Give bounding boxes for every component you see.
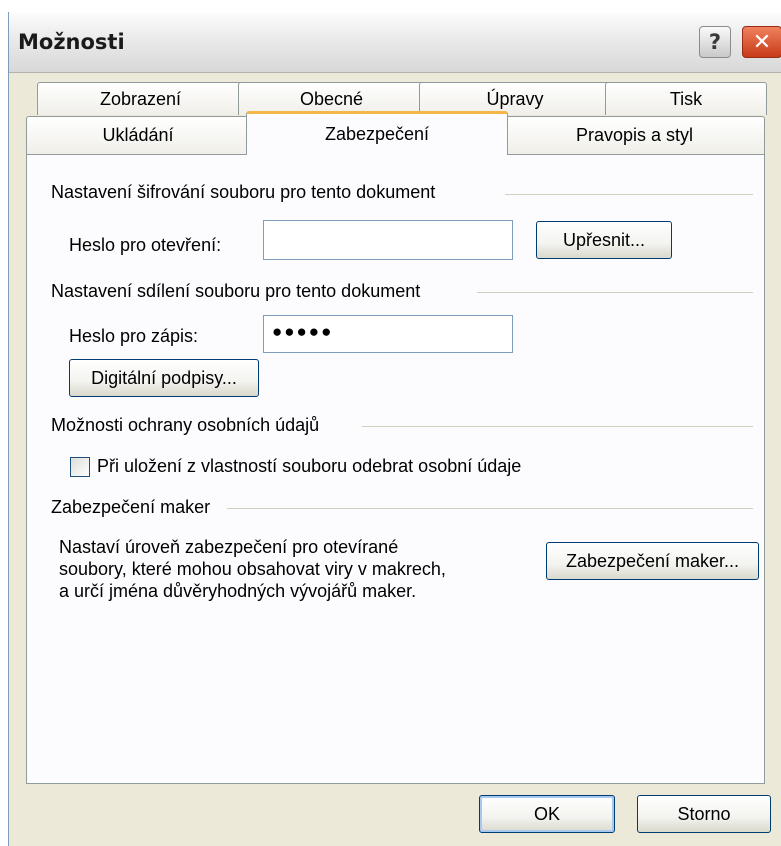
description-line: a určí jména důvěryhodných vývojářů make… bbox=[59, 581, 417, 601]
group-divider bbox=[362, 426, 753, 427]
privacy-group-heading: Možnosti ochrany osobních údajů bbox=[51, 415, 320, 435]
title-bar[interactable]: Možnosti ? ✕ bbox=[9, 12, 781, 73]
digital-signatures-button[interactable]: Digitální podpisy... bbox=[69, 359, 259, 397]
tab-zabezpeceni[interactable]: Zabezpečení bbox=[246, 111, 508, 155]
dialog-title: Možnosti bbox=[18, 30, 125, 54]
description-line: soubory, které mohou obsahovat viry v ma… bbox=[59, 559, 446, 579]
open-password-input[interactable] bbox=[263, 220, 513, 260]
group-divider bbox=[227, 508, 753, 509]
cancel-button[interactable]: Storno bbox=[637, 795, 771, 833]
tab-ukladani[interactable]: Ukládání bbox=[26, 116, 250, 154]
write-password-input[interactable]: ●●●●● bbox=[263, 315, 513, 353]
macro-group-heading: Zabezpečení maker bbox=[51, 497, 211, 517]
options-dialog: Možnosti ? ✕ Zobrazení Obecné Úpravy Tis… bbox=[8, 12, 781, 846]
remove-personal-info-checkbox[interactable] bbox=[70, 457, 90, 477]
ok-button[interactable]: OK bbox=[479, 795, 615, 833]
macro-security-description: Nastaví úroveň zabezpečení pro otevírané… bbox=[59, 536, 446, 602]
advanced-button[interactable]: Upřesnit... bbox=[536, 221, 672, 259]
tab-pravopis-a-styl[interactable]: Pravopis a styl bbox=[504, 116, 765, 154]
group-divider bbox=[477, 292, 753, 293]
close-icon: ✕ bbox=[752, 29, 772, 55]
write-password-label: Heslo pro zápis: bbox=[69, 326, 199, 346]
group-divider bbox=[505, 194, 753, 195]
open-password-label: Heslo pro otevření: bbox=[69, 235, 222, 255]
sharing-group-heading: Nastavení sdílení souboru pro tento doku… bbox=[51, 281, 421, 301]
help-button[interactable]: ? bbox=[699, 26, 731, 58]
tab-tisk[interactable]: Tisk bbox=[605, 82, 767, 115]
remove-personal-info-label[interactable]: Při uložení z vlastností souboru odebrat… bbox=[97, 456, 521, 477]
help-icon: ? bbox=[708, 30, 722, 54]
description-line: Nastaví úroveň zabezpečení pro otevírané bbox=[59, 537, 399, 557]
close-button[interactable]: ✕ bbox=[742, 26, 781, 58]
tab-zobrazeni[interactable]: Zobrazení bbox=[37, 82, 244, 115]
macro-security-button[interactable]: Zabezpečení maker... bbox=[546, 542, 759, 580]
encryption-group-heading: Nastavení šifrování souboru pro tento do… bbox=[51, 182, 436, 202]
security-tab-panel: Nastavení šifrování souboru pro tento do… bbox=[26, 154, 765, 784]
